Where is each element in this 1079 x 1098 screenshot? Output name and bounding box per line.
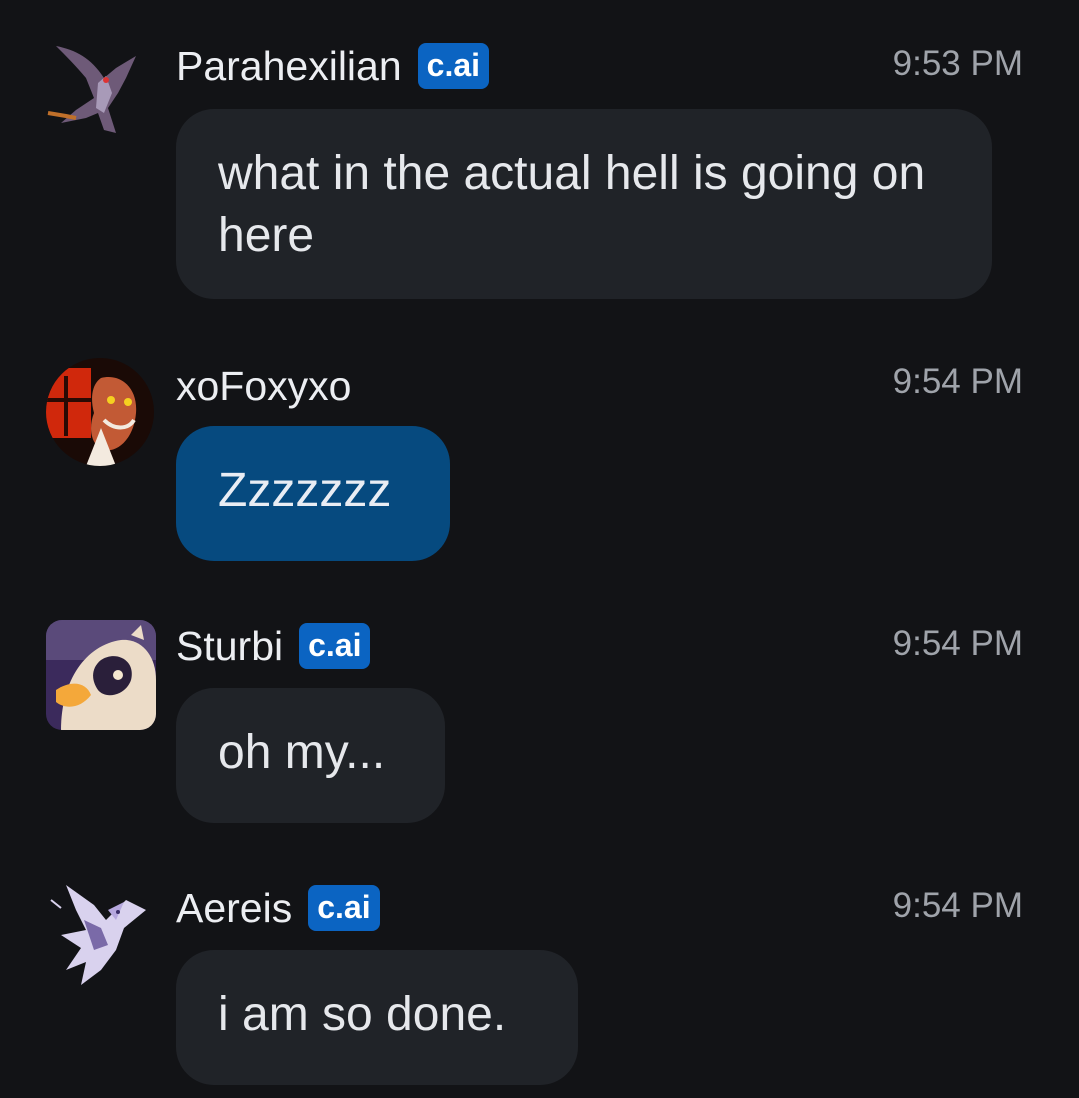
creature-avatar-icon [46, 358, 154, 466]
username[interactable]: Aereis [176, 885, 292, 932]
message-bubble[interactable]: what in the actual hell is going on here [176, 109, 992, 299]
ai-badge: c.ai [308, 885, 380, 931]
furry-avatar-icon [46, 620, 156, 730]
ai-badge: c.ai [299, 623, 371, 669]
message-bubble[interactable]: oh my... [176, 688, 445, 823]
message-text: Zzzzzzz [218, 464, 392, 517]
avatar[interactable] [46, 38, 156, 148]
username[interactable]: xoFoxyxo [176, 363, 351, 410]
timestamp: 9:53 PM [892, 44, 1023, 83]
avatar[interactable] [46, 358, 154, 466]
message-bubble[interactable]: i am so done. [176, 950, 578, 1085]
message-text: i am so done. [218, 988, 507, 1041]
timestamp: 9:54 PM [892, 886, 1023, 925]
message-text: oh my... [218, 726, 386, 779]
avatar[interactable] [46, 620, 156, 730]
message-bubble[interactable]: Zzzzzzz [176, 426, 450, 561]
username[interactable]: Sturbi [176, 623, 283, 670]
timestamp: 9:54 PM [892, 362, 1023, 401]
timestamp: 9:54 PM [892, 624, 1023, 663]
username[interactable]: Parahexilian [176, 43, 402, 90]
avatar[interactable] [46, 880, 156, 990]
message-text: what in the actual hell is going on here [218, 147, 926, 262]
bird-avatar-icon [46, 880, 156, 990]
ai-badge: c.ai [417, 43, 490, 89]
dragon-avatar-icon [46, 38, 156, 148]
